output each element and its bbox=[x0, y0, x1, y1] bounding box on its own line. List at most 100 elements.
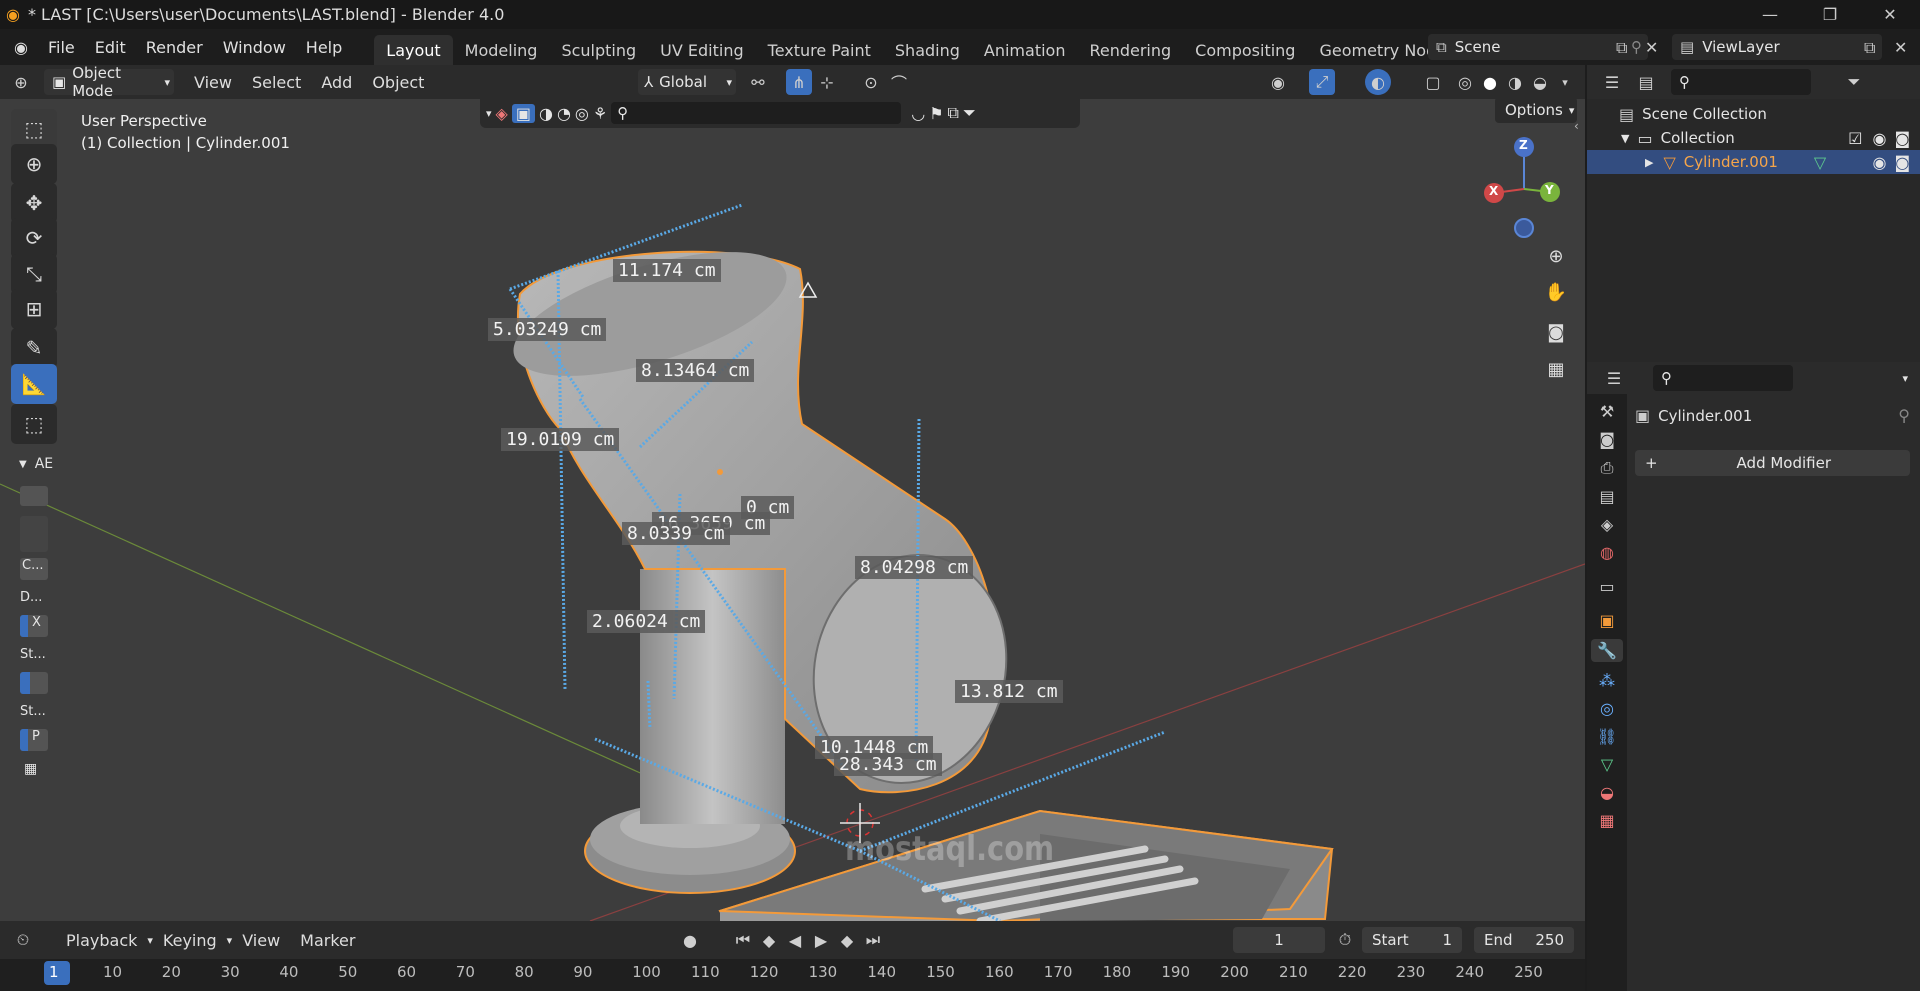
panel-label[interactable]: C... bbox=[20, 558, 48, 580]
menu-view[interactable]: View bbox=[184, 73, 242, 92]
current-frame-input[interactable]: 1 bbox=[1233, 927, 1325, 953]
add-cube-tool[interactable]: ⬚ bbox=[11, 404, 57, 444]
transform-orientation[interactable]: ⅄ Global ▾ bbox=[638, 69, 736, 95]
visibility-icon[interactable]: ◉ bbox=[1265, 69, 1291, 95]
transform-tool[interactable]: ⊞ bbox=[11, 289, 57, 329]
filter-icon[interactable]: ⏷ bbox=[1841, 69, 1867, 95]
pan-hand-icon[interactable]: ✋ bbox=[1541, 277, 1571, 307]
tab-layout[interactable]: Layout bbox=[374, 35, 453, 65]
output-tab-icon[interactable]: ⎙ bbox=[1601, 458, 1614, 478]
timeline-ruler[interactable]: 1 10 20 30 40 50 60 70 80 90 100 110 120 130 140 150 160… bbox=[0, 959, 1585, 991]
3d-viewport[interactable]: Z X Y User Perspective (1) Collection | … bbox=[0, 99, 1585, 921]
display-mode-icon[interactable]: ▤ bbox=[1633, 69, 1659, 95]
menu-object[interactable]: Object bbox=[362, 73, 434, 92]
annotate-tool[interactable]: ✎ bbox=[11, 328, 57, 368]
bookmark-icon[interactable]: ⚑ bbox=[929, 104, 943, 123]
material-shading-icon[interactable]: ◑ bbox=[1502, 69, 1528, 95]
xray-icon[interactable]: ▢ bbox=[1420, 69, 1446, 95]
camera-view-icon[interactable]: ◙ bbox=[1541, 317, 1571, 347]
tab-animation[interactable]: Animation bbox=[972, 35, 1078, 65]
chevron-down-icon[interactable]: ▾ bbox=[1902, 372, 1908, 385]
chevron-down-icon[interactable]: ▾ bbox=[486, 107, 492, 120]
record-icon[interactable]: ● bbox=[677, 927, 703, 953]
viewport-search-input[interactable]: ⚲ bbox=[611, 102, 902, 124]
particles-tab-icon[interactable]: ⁂ bbox=[1599, 671, 1615, 690]
outliner-row-cylinder[interactable]: ▶ ▽ Cylinder.001 ▽ ◉ ◙ bbox=[1587, 150, 1920, 174]
panel-toggle-p[interactable]: P bbox=[20, 729, 48, 751]
close-icon[interactable]: ✕ bbox=[1860, 5, 1920, 24]
object-types-icon[interactable]: ◈ bbox=[496, 104, 508, 123]
tab-uv-editing[interactable]: UV Editing bbox=[648, 35, 755, 65]
render-tab-icon[interactable]: ◙ bbox=[1599, 430, 1615, 449]
move-tool[interactable]: ✥ bbox=[11, 183, 57, 223]
rendered-shading-icon[interactable]: ◒ bbox=[1527, 69, 1553, 95]
timeline-editor-icon[interactable]: ⏲ bbox=[10, 927, 36, 953]
menu-marker[interactable]: Marker bbox=[290, 931, 365, 950]
play-icon[interactable]: ▶ bbox=[808, 927, 834, 953]
menu-file[interactable]: File bbox=[38, 29, 85, 65]
pivot-icon[interactable]: ⚯ bbox=[745, 69, 771, 95]
texture-tab-icon[interactable]: ▦ bbox=[1599, 811, 1614, 830]
menu-select[interactable]: Select bbox=[242, 73, 311, 92]
layout-icon[interactable]: ⧉ bbox=[948, 103, 959, 123]
grid-icon[interactable]: ▦ bbox=[24, 761, 54, 777]
checkbox-icon[interactable]: ☑ bbox=[1848, 129, 1862, 148]
scene-selector[interactable]: ⧉ Scene ⚲ bbox=[1428, 34, 1648, 60]
filter-icon[interactable]: ⏷ bbox=[963, 103, 976, 123]
view-layer-selector[interactable]: ▤ ViewLayer bbox=[1672, 34, 1882, 60]
overlay-icon[interactable]: ◐ bbox=[1365, 69, 1391, 95]
snap-icon[interactable]: ⋔ bbox=[786, 69, 812, 95]
panel-swatch[interactable] bbox=[20, 516, 48, 552]
prev-keyframe-icon[interactable]: ◆ bbox=[756, 927, 782, 953]
pin-icon[interactable]: ⚲ bbox=[1898, 406, 1910, 425]
jump-start-icon[interactable]: ⏮ bbox=[730, 927, 756, 953]
menu-edit[interactable]: Edit bbox=[85, 29, 136, 65]
outliner-row-collection[interactable]: ▼ ▭ Collection ☑ ◉ ◙ bbox=[1587, 126, 1920, 150]
snap-target-icon[interactable]: ⊹ bbox=[814, 69, 840, 95]
empty-filter-icon[interactable]: ⚘ bbox=[593, 104, 607, 123]
delete-view-layer-icon[interactable]: ✕ bbox=[1894, 38, 1907, 57]
camera-icon[interactable]: ◙ bbox=[1894, 129, 1910, 148]
outliner-search-input[interactable]: ⚲ bbox=[1671, 69, 1811, 95]
tab-modeling[interactable]: Modeling bbox=[453, 35, 550, 65]
menu-view[interactable]: View bbox=[232, 931, 290, 950]
expand-icon[interactable]: ▼ bbox=[1621, 132, 1629, 145]
tab-sculpting[interactable]: Sculpting bbox=[549, 35, 648, 65]
cursor-tool[interactable]: ⊕ bbox=[11, 144, 57, 184]
properties-search-input[interactable]: ⚲ bbox=[1653, 365, 1793, 391]
material-tab-icon[interactable]: ◒ bbox=[1600, 783, 1614, 802]
play-reverse-icon[interactable]: ◀ bbox=[782, 927, 808, 953]
menu-render[interactable]: Render bbox=[136, 29, 213, 65]
new-view-layer-icon[interactable]: ⧉ bbox=[1864, 38, 1875, 58]
new-scene-icon[interactable]: ⧉ bbox=[1616, 38, 1627, 58]
camera-icon[interactable]: ◙ bbox=[1894, 153, 1910, 172]
menu-playback[interactable]: Playback bbox=[56, 931, 147, 950]
constraints-tab-icon[interactable]: ⛓ bbox=[1597, 727, 1617, 746]
mode-selector[interactable]: ▣ Object Mode ▾ bbox=[44, 64, 174, 100]
panel-toggle-x[interactable]: X bbox=[20, 615, 48, 637]
shading-options-icon[interactable]: ▾ bbox=[1552, 69, 1578, 95]
end-frame-input[interactable]: End 250 bbox=[1474, 927, 1574, 953]
scene-tab-icon[interactable]: ◈ bbox=[1601, 515, 1613, 534]
panel-toggle[interactable] bbox=[20, 672, 48, 694]
tab-rendering[interactable]: Rendering bbox=[1077, 35, 1183, 65]
maximize-icon[interactable]: ❐ bbox=[1800, 5, 1860, 24]
menu-window[interactable]: Window bbox=[213, 29, 296, 65]
add-modifier-button[interactable]: + Add Modifier bbox=[1635, 450, 1910, 476]
start-frame-input[interactable]: Start 1 bbox=[1362, 927, 1462, 953]
proportional-edit-icon[interactable]: ⊙ bbox=[858, 69, 884, 95]
modifier-tab-icon[interactable]: 🔧 bbox=[1591, 639, 1623, 662]
jump-end-icon[interactable]: ⏭ bbox=[860, 927, 886, 953]
outliner-row-scene-collection[interactable]: ▤ Scene Collection bbox=[1587, 102, 1920, 126]
properties-editor-icon[interactable]: ☰ bbox=[1601, 365, 1627, 391]
physics-tab-icon[interactable]: ◎ bbox=[1600, 699, 1614, 718]
gizmo-icon[interactable]: ⤢ bbox=[1309, 69, 1335, 95]
light-filter-icon[interactable]: ◔ bbox=[557, 104, 571, 123]
collapse-sidebar-icon[interactable]: ‹ bbox=[1574, 119, 1579, 133]
editor-type-icon[interactable]: ⊕ bbox=[8, 69, 34, 95]
solid-shading-icon[interactable]: ● bbox=[1477, 69, 1503, 95]
blender-menu-icon[interactable]: ◉ bbox=[0, 38, 38, 57]
ortho-toggle-icon[interactable]: ▦ bbox=[1541, 354, 1571, 384]
data-tab-icon[interactable]: ▽ bbox=[1601, 755, 1613, 774]
delete-scene-icon[interactable]: ✕ bbox=[1645, 38, 1658, 57]
